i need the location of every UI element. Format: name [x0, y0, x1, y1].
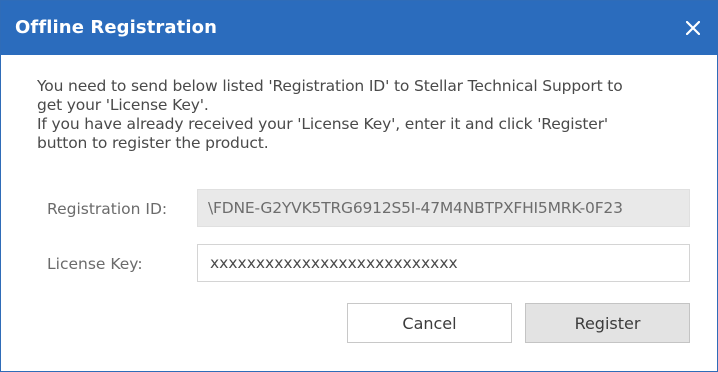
registration-id-label: Registration ID:	[47, 200, 168, 218]
dialog-body: You need to send below listed 'Registrat…	[1, 55, 717, 371]
registration-id-value: \FDNE-G2YVK5TRG6912S5I-47M4NBTPXFHI5MRK-…	[208, 199, 623, 217]
title-bar: Offline Registration	[1, 1, 717, 55]
registration-id-field: \FDNE-G2YVK5TRG6912S5I-47M4NBTPXFHI5MRK-…	[197, 189, 690, 227]
license-key-label: License Key:	[47, 255, 143, 273]
close-button[interactable]	[669, 1, 717, 55]
offline-registration-dialog: Offline Registration You need to send be…	[0, 0, 718, 372]
cancel-button[interactable]: Cancel	[347, 303, 512, 343]
register-button[interactable]: Register	[525, 303, 690, 343]
instructions-text: You need to send below listed 'Registrat…	[37, 77, 697, 153]
dialog-title: Offline Registration	[15, 17, 218, 38]
instructions-line-2: get your 'License Key'.	[37, 96, 209, 114]
license-key-input[interactable]	[197, 244, 690, 282]
instructions-line-4: button to register the product.	[37, 134, 269, 152]
instructions-line-1: You need to send below listed 'Registrat…	[37, 77, 623, 95]
close-icon	[686, 21, 700, 35]
instructions-line-3: If you have already received your 'Licen…	[37, 115, 609, 133]
